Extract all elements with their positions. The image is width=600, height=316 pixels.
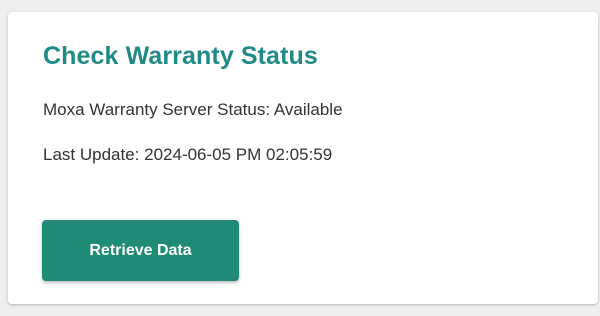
retrieve-data-button[interactable]: Retrieve Data [42,220,239,281]
last-update-text: Last Update: 2024-06-05 PM 02:05:59 [43,145,333,164]
warranty-status-card: Check Warranty Status Moxa Warranty Serv… [8,12,598,304]
server-status-text: Moxa Warranty Server Status: Available [43,100,343,119]
card-title: Check Warranty Status [43,42,318,70]
